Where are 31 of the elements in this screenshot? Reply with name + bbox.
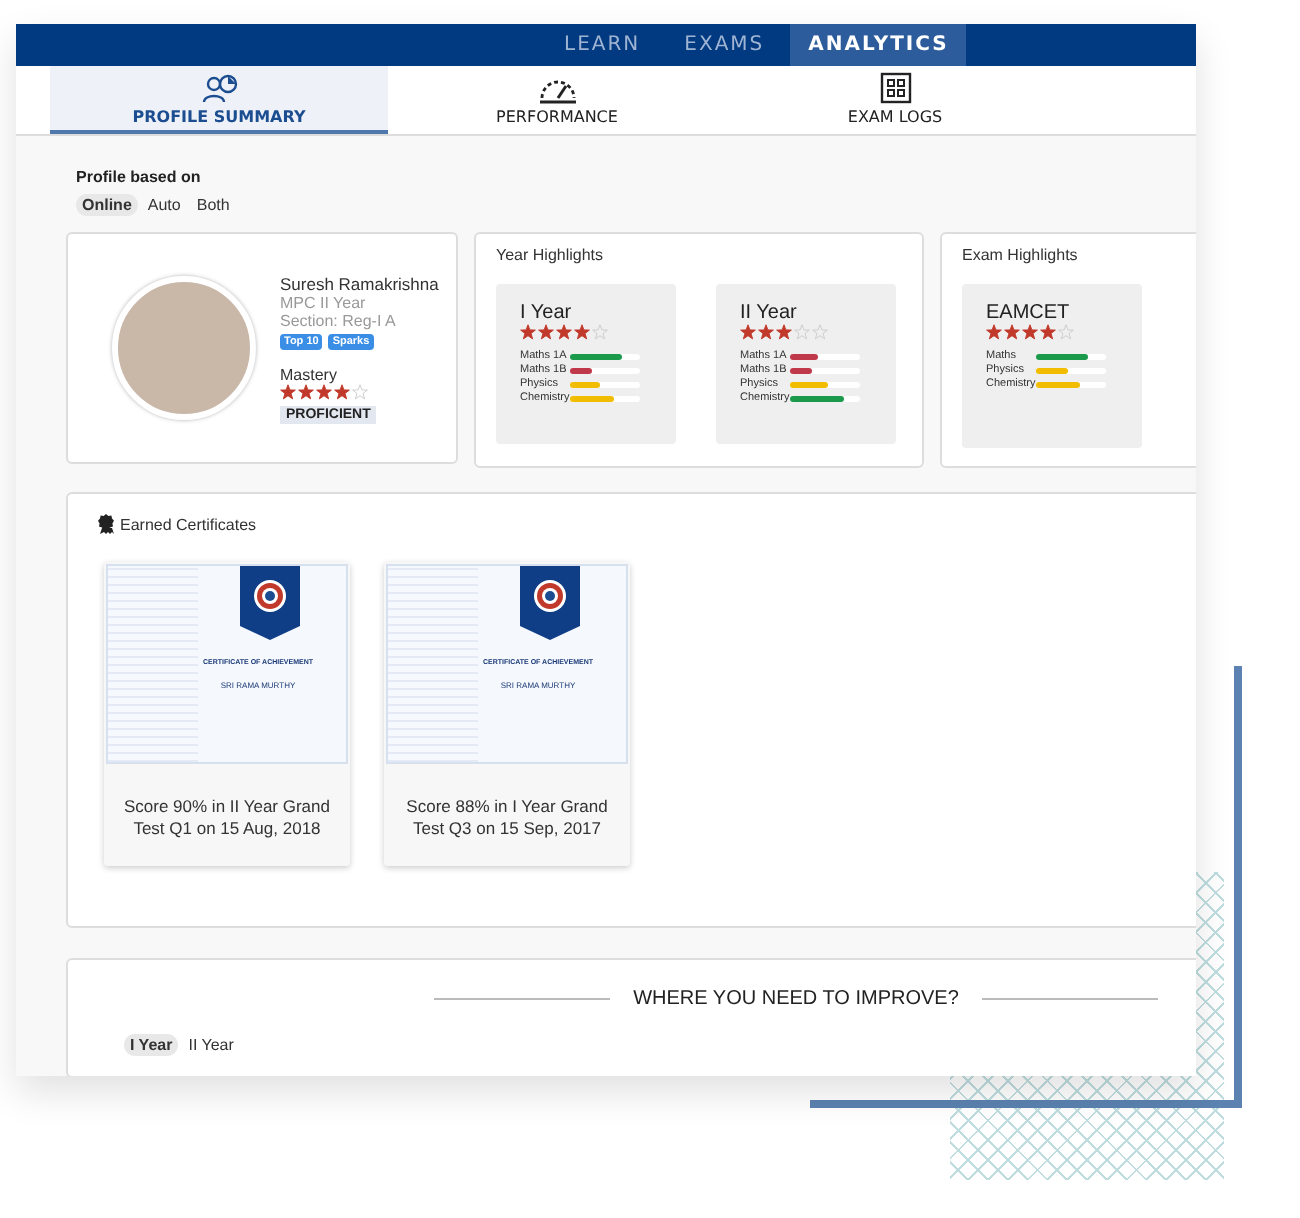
sub-tab[interactable]: PERFORMANCE — [388, 66, 726, 134]
course-text: MPC II Year — [280, 293, 366, 311]
sub-tab[interactable]: PROFILE SUMMARY — [50, 66, 388, 134]
rosette-icon — [98, 514, 114, 534]
section-title: Earned Certificates — [120, 515, 257, 533]
certificate-caption: Score 90% in II Year Grand Test Q1 on 15 Aug, 2018 — [121, 794, 332, 842]
sub-tab[interactable]: EXAM LOGS — [726, 66, 1064, 134]
section-text: Section: Reg-I A — [280, 311, 396, 329]
people-icon — [199, 71, 239, 103]
nav-tab[interactable]: EXAMS — [666, 24, 783, 66]
year-option[interactable]: II Year — [182, 1034, 240, 1056]
highlight-title: EAMCET — [986, 302, 1072, 324]
mastery-label: Mastery — [280, 365, 337, 383]
filter-option[interactable]: Both — [190, 194, 236, 216]
certificate-caption: Score 88% in I Year Grand Test Q3 on 15 Sep, 2017 — [404, 794, 610, 842]
filter-label: Profile based on — [76, 168, 203, 186]
nav-tab[interactable]: LEARN — [546, 24, 659, 66]
ribbon-seal-icon — [520, 566, 580, 640]
grid-icon — [875, 71, 915, 103]
card-title: Year Highlights — [496, 246, 606, 264]
highlight-title: I Year — [520, 302, 574, 324]
highlight-title: II Year — [740, 302, 799, 324]
avatar-placeholder — [112, 276, 256, 420]
nav-tab[interactable]: ANALYTICS — [790, 24, 967, 66]
year-option[interactable]: I Year — [124, 1034, 179, 1056]
filter-option[interactable]: Auto — [141, 194, 187, 216]
card-title: Exam Highlights — [962, 246, 1080, 264]
student-name: Suresh Ramakrishna — [280, 273, 439, 293]
ribbon-seal-icon — [240, 566, 300, 640]
filter-option[interactable]: Online — [76, 194, 138, 216]
section-heading: WHERE YOU NEED TO IMPROVE? — [633, 988, 959, 1010]
